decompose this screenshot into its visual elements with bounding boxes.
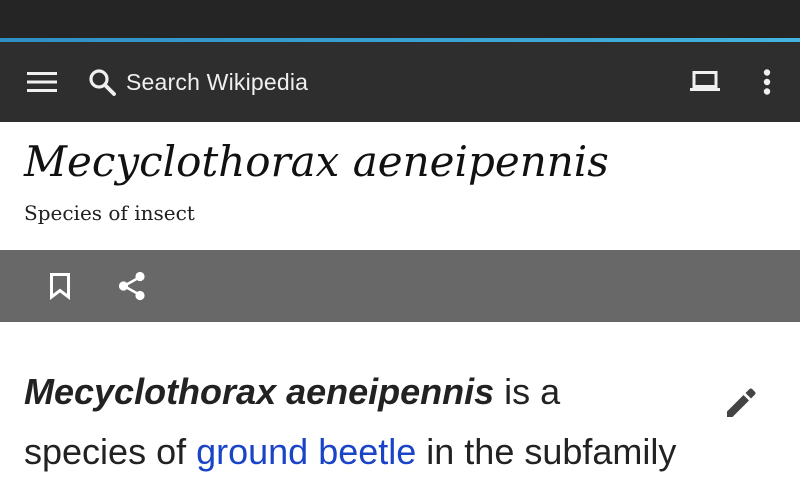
- search-button[interactable]: [84, 62, 120, 102]
- ground-beetle-link[interactable]: ground beetle: [196, 431, 416, 472]
- menu-button[interactable]: [20, 62, 64, 102]
- article-action-bar: [0, 250, 800, 322]
- menu-icon: [27, 72, 57, 92]
- save-button[interactable]: [40, 266, 80, 306]
- article-lead-paragraph: Mecyclothorax aeneipennis is a species o…: [24, 362, 684, 482]
- share-button[interactable]: [112, 266, 152, 306]
- article-subject-name: Mecyclothorax aeneipennis: [24, 371, 495, 412]
- toolbar: Search Wikipedia: [0, 42, 800, 122]
- tabs-icon: [690, 71, 720, 91]
- page-title: Mecyclothorax aeneipennis: [24, 137, 609, 186]
- tabs-button[interactable]: [680, 62, 730, 102]
- bookmark-icon: [50, 273, 70, 300]
- share-icon: [118, 271, 145, 301]
- pencil-icon: [727, 388, 756, 417]
- page-description: Species of insect: [24, 201, 195, 225]
- search-input[interactable]: Search Wikipedia: [126, 66, 308, 98]
- search-icon: [89, 69, 116, 96]
- status-bar: [0, 0, 800, 38]
- overflow-menu-button[interactable]: [748, 62, 786, 102]
- article-header: Mecyclothorax aeneipennis Species of ins…: [0, 122, 800, 250]
- overflow-icon: [763, 69, 771, 95]
- lead-text-2: in the subfamily: [416, 431, 677, 472]
- edit-button[interactable]: [718, 380, 766, 424]
